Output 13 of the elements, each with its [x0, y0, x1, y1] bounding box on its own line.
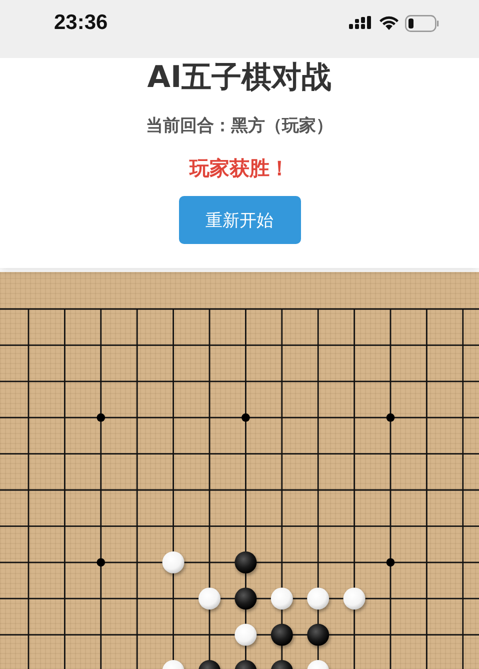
star-point — [96, 413, 106, 422]
signal-icon — [349, 16, 373, 30]
clock-time: 23:36 — [54, 11, 108, 35]
star-point — [96, 558, 106, 567]
page-title: AI五子棋对战 — [147, 60, 332, 96]
result-message: 玩家获胜！ — [190, 155, 290, 182]
restart-button[interactable]: 重新开始 — [178, 196, 300, 244]
wifi-icon — [379, 16, 399, 30]
turn-indicator: 当前回合：黑方（玩家） — [146, 115, 333, 137]
star-point — [242, 413, 250, 422]
battery-icon — [405, 14, 439, 32]
star-point — [386, 413, 395, 422]
star-point — [386, 558, 395, 567]
